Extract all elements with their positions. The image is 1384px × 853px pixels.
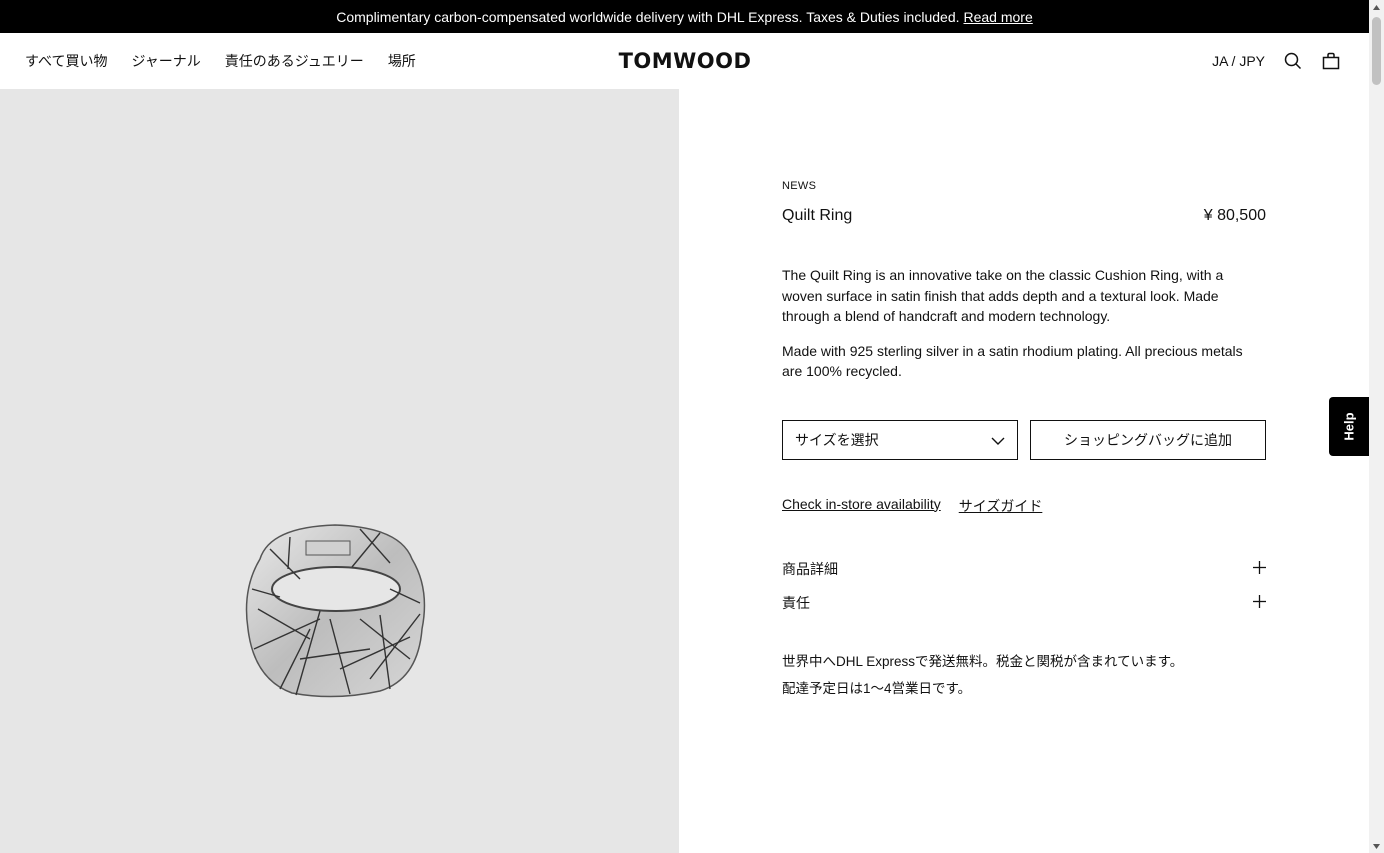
purchase-actions: サイズを選択 ショッピングバッグに追加 [782,419,1266,460]
product-image-panel[interactable] [0,89,679,853]
check-store-availability-link[interactable]: Check in-store availability [782,496,941,516]
site-header: すべて買い物 ジャーナル 責任のあるジュエリー 場所 TOMWOOD JA / … [0,33,1369,89]
delivery-info: 世界中へDHL Expressで発送無料。税金と関税が含まれています。 配達予定… [782,648,1266,702]
scroll-thumb[interactable] [1372,17,1381,85]
add-to-bag-button[interactable]: ショッピングバッグに追加 [1030,419,1266,460]
header-actions: JA / JPY [1212,33,1341,89]
plus-icon [1253,594,1266,611]
plus-icon [1253,560,1266,577]
product-info: NEWS Quilt Ring ¥ 80,500 The Quilt Ring … [782,180,1266,702]
product-accordion: 商品詳細 責任 [782,552,1266,620]
product-title-row: Quilt Ring ¥ 80,500 [782,207,1266,225]
accordion-product-details[interactable]: 商品詳細 [782,552,1266,586]
brand-logo[interactable]: TOMWOOD [612,49,758,73]
description-paragraph: Made with 925 sterling silver in a satin… [782,342,1243,380]
scroll-down-arrow-icon[interactable] [1369,839,1384,853]
help-tab[interactable]: Help [1329,397,1369,456]
search-icon[interactable] [1283,51,1303,71]
size-guide-link[interactable]: サイズガイド [959,496,1043,516]
description-paragraph: The Quilt Ring is an innovative take on … [782,267,1224,324]
read-more-link[interactable]: Read more [964,9,1033,25]
scrollbar[interactable] [1369,0,1384,853]
product-links: Check in-store availability サイズガイド [782,496,1266,516]
accordion-responsibility[interactable]: 責任 [782,586,1266,620]
product-name: Quilt Ring [782,207,853,224]
announcement-bar: Complimentary carbon-compensated worldwi… [0,0,1369,33]
announcement-text: Complimentary carbon-compensated worldwi… [336,8,960,25]
nav-item-responsible-jewelry[interactable]: 責任のあるジュエリー [225,51,364,71]
product-collection: NEWS [782,180,817,192]
nav-item-shop-all[interactable]: すべて買い物 [25,51,107,71]
delivery-line: 配達予定日は1〜4営業日です。 [782,680,972,696]
product-price: ¥ 80,500 [1203,207,1266,224]
product-image-ring [245,524,426,698]
nav-item-locations[interactable]: 場所 [388,51,416,71]
locale-switcher[interactable]: JA / JPY [1212,53,1265,69]
chevron-down-icon [991,432,1005,448]
accordion-label: 商品詳細 [782,560,838,577]
nav-item-journal[interactable]: ジャーナル [131,51,200,71]
delivery-line: 世界中へDHL Expressで発送無料。税金と関税が含まれています。 [782,653,1184,669]
size-select[interactable]: サイズを選択 [782,419,1018,460]
help-label: Help [1341,412,1357,441]
shopping-bag-icon[interactable] [1321,51,1341,71]
main-nav: すべて買い物 ジャーナル 責任のあるジュエリー 場所 [25,33,416,89]
size-select-label: サイズを選択 [795,431,879,448]
scroll-up-arrow-icon[interactable] [1369,0,1384,14]
product-description: The Quilt Ring is an innovative take on … [782,265,1266,382]
accordion-label: 責任 [782,594,810,611]
